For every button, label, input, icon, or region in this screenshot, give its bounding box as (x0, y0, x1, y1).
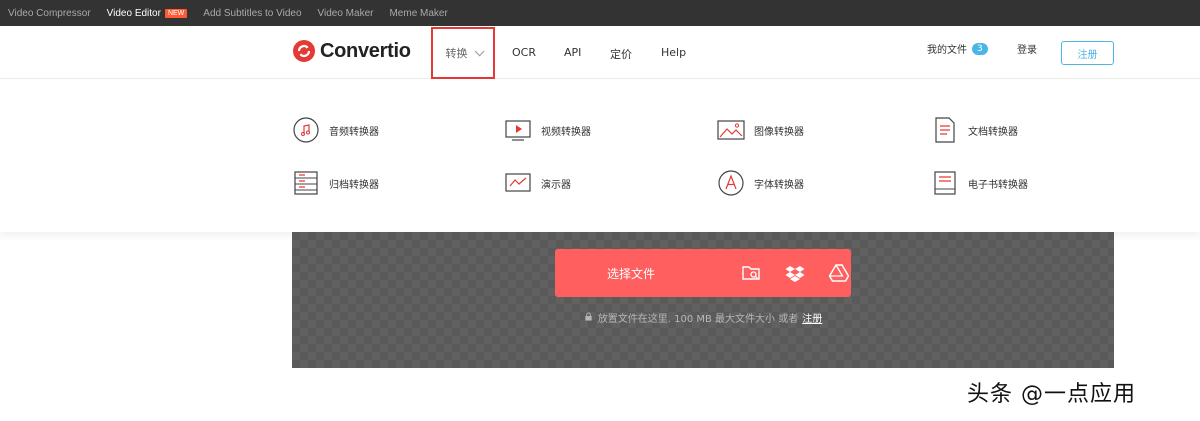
lock-icon (584, 311, 593, 324)
nav-ocr[interactable]: OCR (512, 46, 536, 59)
main-header: Convertio 转换 OCR API 定价 Help 我的文件 3 登录 注… (0, 26, 1200, 79)
menu-item-label: 归档转换器 (329, 179, 379, 191)
menu-item-label: 电子书转换器 (968, 179, 1028, 191)
top-link-meme-maker[interactable]: Meme Maker (389, 8, 447, 19)
menu-item-label: 演示器 (541, 179, 571, 191)
menu-item-archive-converter[interactable]: 归档转换器 (292, 169, 379, 197)
logo-text: Convertio (320, 39, 411, 62)
drop-hint-text: 放置文件在这里. 100 MB 最大文件大小 或者 (597, 314, 799, 325)
folder-search-icon[interactable] (741, 263, 761, 283)
top-link-video-compressor[interactable]: Video Compressor (8, 8, 91, 19)
nav-convert-label: 转换 (445, 47, 468, 60)
convertio-logo-icon (293, 40, 315, 62)
menu-item-label: 音频转换器 (329, 126, 379, 138)
nav-help[interactable]: Help (661, 46, 686, 59)
document-icon (931, 116, 959, 144)
convertio-logo[interactable]: Convertio (292, 39, 411, 63)
choose-files-button[interactable]: 选择文件 (555, 249, 851, 297)
image-icon (717, 116, 745, 144)
choose-files-label: 选择文件 (607, 266, 656, 281)
ebook-icon (931, 169, 959, 197)
archive-icon (292, 169, 320, 197)
presentation-icon (504, 169, 532, 197)
menu-item-label: 图像转换器 (754, 126, 804, 138)
menu-item-label: 视频转换器 (541, 126, 591, 138)
menu-item-label: 文档转换器 (968, 126, 1018, 138)
menu-item-image-converter[interactable]: 图像转换器 (717, 116, 804, 144)
chevron-down-icon (474, 45, 485, 56)
music-note-icon (292, 116, 320, 144)
menu-item-video-converter[interactable]: 视频转换器 (504, 116, 591, 144)
google-drive-icon[interactable] (829, 263, 849, 283)
top-link-video-editor[interactable]: Video Editor NEW (107, 8, 188, 19)
file-drop-area[interactable]: 选择文件 放置文件在这里. 100 MB 最大文件大小 或者 注册 (292, 232, 1114, 368)
menu-item-audio-converter[interactable]: 音频转换器 (292, 116, 379, 144)
drop-hint: 放置文件在这里. 100 MB 最大文件大小 或者 注册 (292, 310, 1114, 325)
new-badge: NEW (164, 8, 188, 18)
login-link[interactable]: 登录 (1017, 41, 1037, 56)
drop-hint-signup-link[interactable]: 注册 (802, 310, 822, 325)
convert-dropdown-menu: 音频转换器 视频转换器 图像转换器 文档转换器 归档转换器 演示器 字体转换器 … (0, 80, 1200, 232)
nav-convert-menu[interactable]: 转换 (431, 27, 495, 79)
my-files-link[interactable]: 我的文件 3 (927, 41, 988, 56)
menu-item-presentation-converter[interactable]: 演示器 (504, 169, 571, 197)
top-links-bar: Video Compressor Video Editor NEW Add Sub… (0, 0, 1200, 26)
font-icon (717, 169, 745, 197)
menu-item-font-converter[interactable]: 字体转换器 (717, 169, 804, 197)
top-link-add-subtitles[interactable]: Add Subtitles to Video (203, 8, 301, 19)
menu-item-label: 字体转换器 (754, 179, 804, 191)
my-files-label: 我的文件 (927, 45, 967, 56)
top-link-video-maker[interactable]: Video Maker (318, 8, 374, 19)
menu-item-ebook-converter[interactable]: 电子书转换器 (931, 169, 1028, 197)
nav-pricing[interactable]: 定价 (610, 46, 632, 62)
signup-button[interactable]: 注册 (1061, 41, 1114, 65)
file-count-badge: 3 (972, 42, 988, 55)
watermark-text: 头条 @一点应用 (967, 382, 1136, 407)
video-monitor-icon (504, 116, 532, 144)
nav-api[interactable]: API (564, 46, 581, 59)
dropbox-icon[interactable] (785, 263, 805, 283)
menu-item-document-converter[interactable]: 文档转换器 (931, 116, 1018, 144)
